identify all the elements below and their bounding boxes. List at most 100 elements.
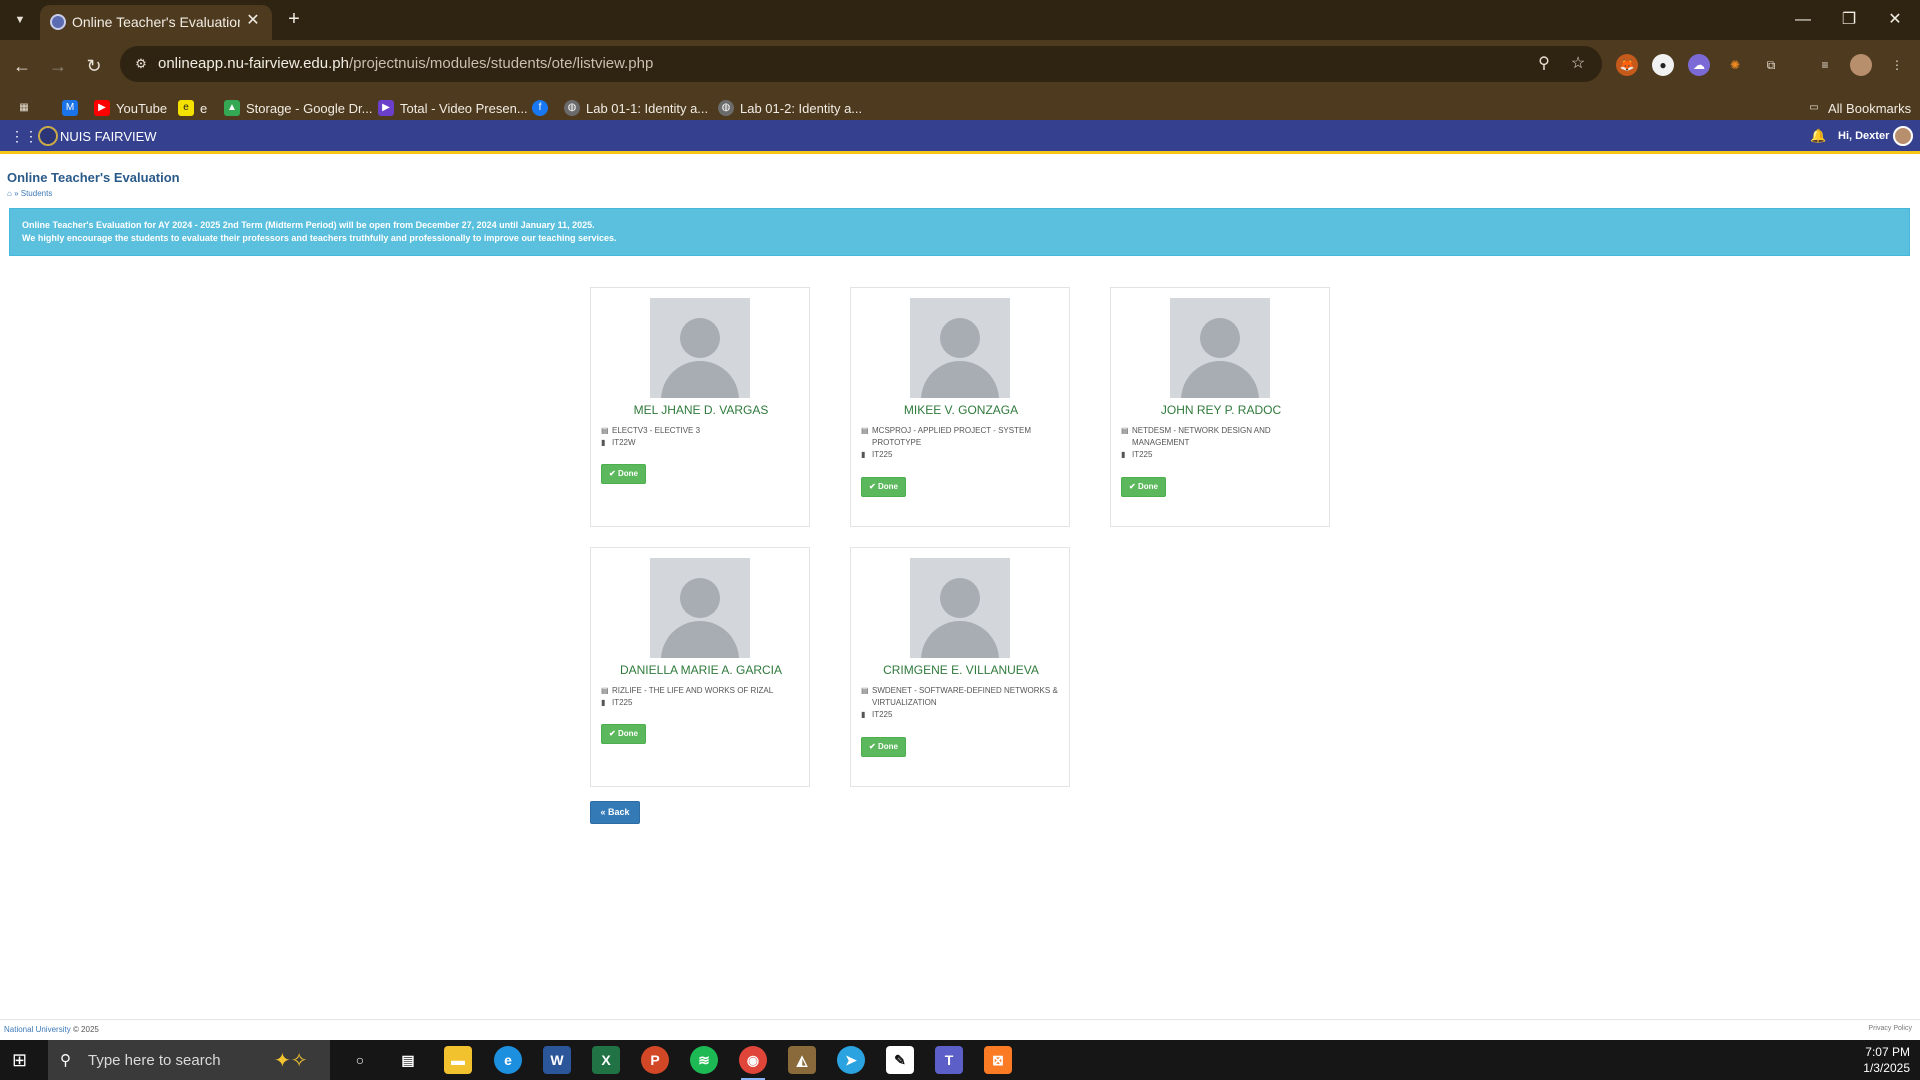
bookmark-icon: ▮ xyxy=(1121,450,1126,459)
teacher-photo-placeholder xyxy=(1170,298,1270,398)
reload-icon[interactable]: ↻ xyxy=(80,52,108,80)
browser-toolbar: ← → ↻ ⚙ onlineapp.nu-fairview.edu.ph/pro… xyxy=(0,40,1920,126)
subject-text: ELECTV3 - ELECTIVE 3 xyxy=(612,426,701,435)
taskbar-search-box[interactable]: ⚲ Type here to search ✦✧ xyxy=(48,1040,330,1080)
forward-arrow-icon[interactable]: → xyxy=(44,52,72,80)
tab-search-chevron-icon[interactable]: ▼ xyxy=(8,8,32,32)
system-clock[interactable]: 7:07 PM 1/3/2025 xyxy=(1863,1044,1910,1076)
section-text: IT225 xyxy=(1132,450,1153,459)
avatar[interactable] xyxy=(1893,126,1913,146)
windows-start-icon[interactable]: ⊞ xyxy=(12,1050,32,1070)
check-circle-icon: ✔ xyxy=(869,482,876,491)
book-icon: ▤ xyxy=(861,686,869,695)
privacy-policy-link[interactable]: Privacy Policy xyxy=(1868,1025,1912,1032)
section-text: IT225 xyxy=(872,710,893,719)
screen: ▼ Online Teacher's Evaluation | NU ✕ + —… xyxy=(0,0,1920,1080)
apps-grid-icon[interactable]: ⋮⋮⋮ xyxy=(10,129,52,143)
breadcrumb-students[interactable]: » Students xyxy=(14,189,52,198)
done-button[interactable]: ✔ Done xyxy=(861,737,906,757)
all-bookmarks-label: All Bookmarks xyxy=(1828,100,1912,116)
book-icon: ▤ xyxy=(1121,426,1129,435)
book-icon: ▤ xyxy=(861,426,869,435)
done-button[interactable]: ✔ Done xyxy=(861,477,906,497)
bookmark-e-icon: e xyxy=(178,100,194,116)
bookmark-label: Lab 01-1: Identity a... xyxy=(586,100,709,116)
restore-icon[interactable]: ❐ xyxy=(1826,6,1872,34)
tab-title: Online Teacher's Evaluation | NU xyxy=(72,14,240,30)
edge-icon[interactable]: e xyxy=(494,1046,522,1074)
teacher-photo-placeholder xyxy=(910,558,1010,658)
done-button[interactable]: ✔ Done xyxy=(601,464,646,484)
app-icon[interactable]: ◭ xyxy=(788,1046,816,1074)
done-label: Done xyxy=(877,742,898,751)
spotify-icon[interactable]: ≋ xyxy=(690,1046,718,1074)
bookmark-label: Total - Video Presen... xyxy=(400,100,528,116)
copyright-year: © 2025 xyxy=(72,1025,99,1034)
new-tab-plus-icon[interactable]: + xyxy=(282,8,306,32)
windows-taskbar: ⊞ ⚲ Type here to search ✦✧ ○ ▤ ▬ e W X P… xyxy=(0,1040,1920,1080)
url-text[interactable]: onlineapp.nu-fairview.edu.ph/projectnuis… xyxy=(158,55,653,72)
notion-icon[interactable]: ✎ xyxy=(886,1046,914,1074)
back-button[interactable]: « Back xyxy=(590,801,640,824)
back-arrow-icon[interactable]: ← xyxy=(8,52,36,80)
bookmark-icon: ▮ xyxy=(601,438,606,447)
word-icon[interactable]: W xyxy=(543,1046,571,1074)
panda-extension-icon[interactable]: ● xyxy=(1652,54,1674,76)
book-icon: ▤ xyxy=(601,686,609,695)
bookmark-label: Storage - Google Dr... xyxy=(246,100,373,116)
page-footer: National University © 2025 Privacy Polic… xyxy=(0,1019,1920,1039)
window-close-icon[interactable]: ✕ xyxy=(1872,6,1918,34)
done-button[interactable]: ✔ Done xyxy=(1121,477,1166,497)
xampp-icon[interactable]: ⊠ xyxy=(984,1046,1012,1074)
excel-icon[interactable]: X xyxy=(592,1046,620,1074)
bookmark-label: e xyxy=(200,100,208,116)
site-info-icon[interactable]: ⚙ xyxy=(132,55,150,73)
browser-menu-icon[interactable]: ⋮ xyxy=(1886,54,1908,76)
bookmark-icon: ▮ xyxy=(601,698,606,707)
browser-tabstrip: ▼ Online Teacher's Evaluation | NU ✕ + —… xyxy=(0,0,1920,40)
national-university-link[interactable]: National University xyxy=(4,1025,71,1034)
chrome-icon[interactable]: ◉ xyxy=(739,1046,767,1074)
folder-icon: ▭ xyxy=(1809,102,1819,113)
minimize-icon[interactable]: — xyxy=(1780,6,1826,34)
brand-name[interactable]: NUIS FAIRVIEW xyxy=(60,129,157,144)
cortana-icon[interactable]: ○ xyxy=(346,1046,374,1074)
teams-icon[interactable]: T xyxy=(935,1046,963,1074)
metamask-extension-icon[interactable]: 🦊 xyxy=(1616,54,1638,76)
teacher-name: CRIMGENE E. VILLANUEVA xyxy=(883,663,1039,677)
media-queue-icon[interactable]: ≡ xyxy=(1814,54,1836,76)
address-bar[interactable]: ⚙ onlineapp.nu-fairview.edu.ph/projectnu… xyxy=(120,46,1602,82)
clock-time: 7:07 PM xyxy=(1865,1045,1910,1059)
profile-avatar-icon[interactable] xyxy=(1850,54,1872,76)
section-text: IT22W xyxy=(612,438,636,447)
extensions-puzzle-icon[interactable]: ⧉ xyxy=(1760,54,1782,76)
teacher-card: DANIELLA MARIE A. GARCIA ▤ RIZLIFE - THE … xyxy=(590,547,810,787)
user-greeting[interactable]: Hi, Dexter xyxy=(1838,130,1889,142)
telegram-icon[interactable]: ➤ xyxy=(837,1046,865,1074)
bookmark-label: YouTube xyxy=(116,100,168,116)
teacher-photo-placeholder xyxy=(650,298,750,398)
browser-tab-active[interactable]: Online Teacher's Evaluation | NU ✕ xyxy=(40,5,272,40)
nu-logo-icon[interactable] xyxy=(38,126,58,146)
cloud-extension-icon[interactable]: ☁ xyxy=(1688,54,1710,76)
home-icon[interactable]: ⌂ xyxy=(7,189,12,198)
zoom-icon[interactable]: ⚲ xyxy=(1534,54,1554,74)
bell-icon[interactable]: 🔔 xyxy=(1810,128,1826,144)
close-icon[interactable]: ✕ xyxy=(244,12,262,30)
section-text: IT225 xyxy=(612,698,633,707)
copilot-sparkle-icon[interactable]: ✦✧ xyxy=(274,1048,308,1073)
file-explorer-icon[interactable]: ▬ xyxy=(444,1046,472,1074)
search-placeholder: Type here to search xyxy=(88,1052,221,1069)
teacher-name: DANIELLA MARIE A. GARCIA xyxy=(619,663,783,677)
teacher-name: MEL JHANE D. VARGAS xyxy=(633,403,769,417)
bookmark-icon: ▮ xyxy=(861,710,866,719)
done-button[interactable]: ✔ Done xyxy=(601,724,646,744)
url-host: onlineapp.nu-fairview.edu.ph xyxy=(158,55,349,72)
task-view-icon[interactable]: ▤ xyxy=(394,1046,422,1074)
subject-text: MCSPROJ - APPLIED PROJECT - SYSTEM PROTO… xyxy=(872,426,1031,447)
nu-favicon-icon xyxy=(50,14,66,30)
powerpoint-icon[interactable]: P xyxy=(641,1046,669,1074)
bookmark-star-icon[interactable]: ☆ xyxy=(1568,54,1588,74)
teacher-photo-placeholder xyxy=(650,558,750,658)
sparkle-extension-icon[interactable]: ✺ xyxy=(1724,54,1746,76)
